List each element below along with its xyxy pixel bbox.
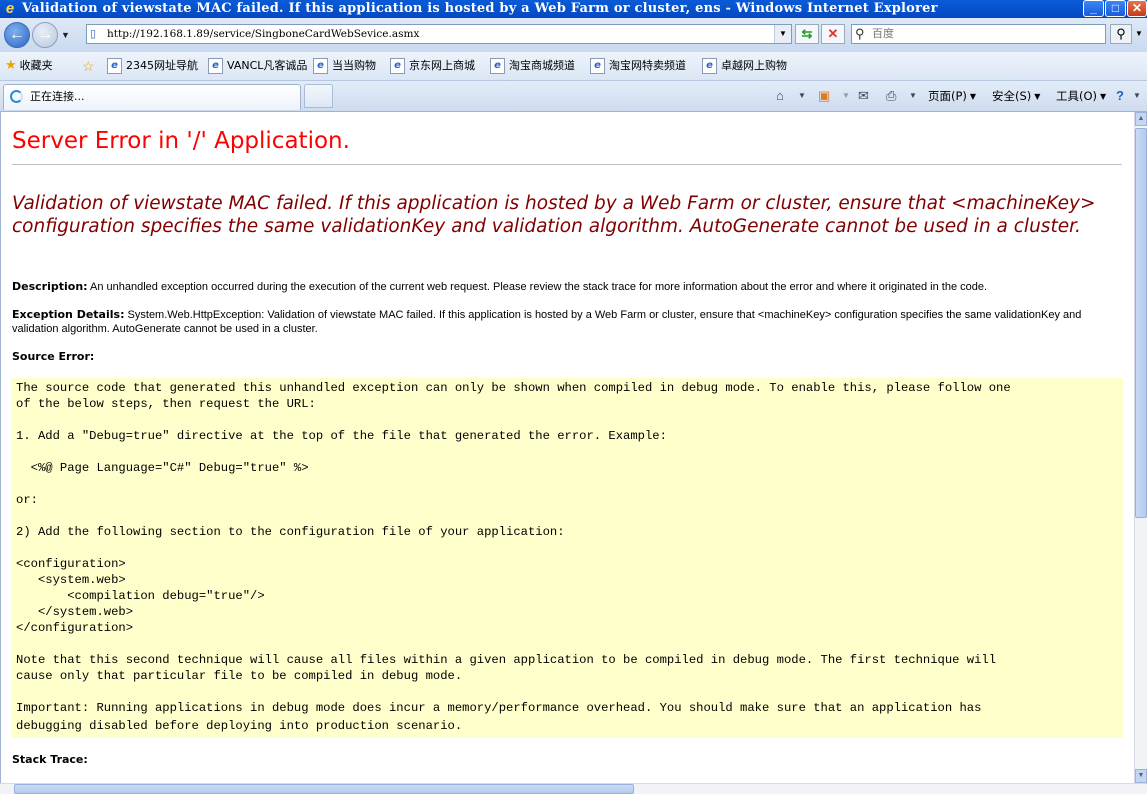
chevron-down-icon: ▼ (969, 91, 977, 101)
ie-page-icon: e (390, 58, 405, 74)
source-error-label: Source Error: (12, 350, 95, 363)
favorite-link[interactable]: e 当当购物 (313, 58, 376, 74)
code-line: 1. Add a "Debug=true" directive at the t… (16, 429, 667, 443)
minimize-button[interactable]: _ (1083, 0, 1104, 17)
vertical-scroll-thumb[interactable] (1135, 128, 1147, 518)
back-arrow-icon: ← (9, 26, 25, 43)
refresh-icon: ⇆ (801, 26, 813, 41)
back-button[interactable]: ← (4, 22, 30, 48)
mail-icon[interactable]: ✉ (858, 87, 869, 105)
code-line: or: (16, 493, 38, 507)
tab-bar: 正在连接... ⌂ ▼ ▣ ▼ ✉ ⎙ ▼ 页面(P) ▼ 安全(S) ▼ 工具(O… (0, 81, 1147, 112)
feeds-icon[interactable]: ▣ (818, 87, 830, 105)
stop-button[interactable]: ✕ (821, 24, 845, 44)
favorite-link[interactable]: e 淘宝商城频道 (490, 58, 575, 74)
home-dropdown-icon[interactable]: ▼ (798, 87, 806, 105)
tools-menu[interactable]: 工具(O) ▼ (1056, 87, 1106, 105)
feeds-dropdown-icon[interactable]: ▼ (842, 87, 850, 105)
favorites-button[interactable]: ★ 收藏夹 (5, 58, 53, 74)
favorites-star-icon: ★ (5, 58, 17, 73)
ie-page-icon: e (702, 58, 717, 74)
favorite-link[interactable]: e 京东网上商城 (390, 58, 475, 74)
print-dropdown-icon[interactable]: ▼ (909, 87, 917, 105)
recent-pages-dropdown[interactable]: ▼ (61, 30, 70, 40)
code-line: <compilation debug="true"/> (16, 589, 265, 603)
new-tab-button[interactable] (304, 84, 333, 108)
chevron-down-icon: ▼ (1100, 91, 1107, 101)
refresh-button[interactable]: ⇆ (795, 24, 819, 44)
add-to-favorites-icon[interactable]: ☆ (82, 57, 95, 75)
code-line: Note that this second technique will cau… (16, 653, 997, 667)
favorites-bar: ★ 收藏夹 ☆ e 2345网址导航 e VANCL凡客诚品 e 当当购物 e 京东网上商… (0, 52, 1147, 81)
description-section: Description: An unhandled exception occu… (12, 280, 1122, 294)
home-icon[interactable]: ⌂ (776, 87, 784, 105)
print-icon[interactable]: ⎙ (886, 87, 896, 105)
ie-page-icon: e (313, 58, 328, 74)
code-line: Important: Running applications in debug… (16, 701, 982, 715)
stop-icon: ✕ (827, 26, 839, 41)
source-error-box: The source code that generated this unha… (11, 378, 1123, 738)
forward-arrow-icon: → (37, 26, 53, 43)
favorite-link[interactable]: e 卓越网上购物 (702, 58, 787, 74)
favorites-label: 收藏夹 (19, 59, 53, 72)
title-divider (12, 164, 1122, 165)
page-icon: ▯ (90, 28, 97, 40)
address-url[interactable]: http://192.168.1.89/service/SingboneCard… (107, 25, 419, 43)
tab-label: 正在连接... (30, 90, 85, 103)
address-bar[interactable]: ▯ http://192.168.1.89/service/SingboneCa… (86, 24, 792, 44)
search-box[interactable]: ⚲ (851, 24, 1106, 44)
tab-active[interactable]: 正在连接... (3, 84, 301, 110)
exception-details-label: Exception Details: (12, 308, 125, 321)
close-button[interactable]: ✕ (1127, 0, 1147, 17)
code-line: cause only that particular file to be co… (16, 669, 463, 683)
page-menu[interactable]: 页面(P) ▼ (928, 87, 976, 105)
exception-details-section: Exception Details: System.Web.HttpExcept… (12, 308, 1087, 336)
horizontal-scrollbar[interactable] (0, 783, 1147, 794)
favorite-link[interactable]: e 2345网址导航 (107, 58, 198, 74)
address-dropdown-icon[interactable]: ▼ (774, 25, 791, 43)
horizontal-scroll-thumb[interactable] (14, 784, 634, 794)
vertical-scrollbar[interactable]: ▲ ▼ (1134, 112, 1147, 783)
scroll-down-arrow-icon[interactable]: ▼ (1135, 769, 1147, 783)
favorite-link[interactable]: e VANCL凡客诚品 (208, 58, 307, 74)
scroll-up-arrow-icon[interactable]: ▲ (1135, 112, 1147, 126)
search-engine-icon: ⚲ (855, 26, 865, 41)
chevron-down-icon: ▼ (1034, 91, 1041, 101)
search-button[interactable]: ⚲ (1110, 24, 1132, 44)
code-line: </configuration> (16, 621, 134, 635)
code-line: <configuration> (16, 557, 126, 571)
ie-page-icon: e (107, 58, 122, 74)
ie-page-icon: e (490, 58, 505, 74)
description-text: An unhandled exception occurred during t… (90, 281, 988, 293)
description-label: Description: (12, 280, 88, 293)
maximize-button[interactable]: □ (1105, 0, 1126, 17)
loading-spinner-icon (10, 90, 23, 103)
search-icon: ⚲ (1116, 26, 1126, 41)
favorite-link[interactable]: e 淘宝网特卖频道 (590, 58, 686, 74)
address-toolbar: ← → ▼ ▯ http://192.168.1.89/service/Sing… (0, 18, 1147, 52)
code-line: <system.web> (16, 573, 126, 587)
code-line: of the below steps, then request the URL… (16, 397, 316, 411)
ie-page-icon: e (208, 58, 223, 74)
internet-explorer-icon: e (5, 0, 15, 17)
page-title: Server Error in '/' Application. (12, 128, 350, 154)
window-title-bar: e Validation of viewstate MAC failed. If… (0, 0, 1147, 18)
help-icon[interactable]: ? (1116, 87, 1124, 105)
forward-button[interactable]: → (32, 22, 58, 48)
exception-details-text: System.Web.HttpException: Validation of … (12, 309, 1082, 335)
page-content: Server Error in '/' Application. Validat… (0, 112, 1134, 783)
code-line: 2) Add the following section to the conf… (16, 525, 565, 539)
code-line: </system.web> (16, 605, 134, 619)
code-line: The source code that generated this unha… (16, 381, 1011, 395)
safety-menu[interactable]: 安全(S) ▼ (992, 87, 1040, 105)
error-heading: Validation of viewstate MAC failed. If t… (12, 193, 1096, 237)
search-options-dropdown[interactable]: ▼ (1133, 24, 1145, 44)
window-title: Validation of viewstate MAC failed. If t… (22, 1, 938, 16)
code-line: debugging disabled before deploying into… (16, 719, 463, 733)
help-dropdown-icon[interactable]: ▼ (1133, 87, 1141, 105)
code-line: <%@ Page Language="C#" Debug="true" %> (16, 461, 309, 475)
ie-page-icon: e (590, 58, 605, 74)
search-input[interactable] (872, 25, 1092, 43)
stack-trace-label: Stack Trace: (12, 753, 88, 766)
